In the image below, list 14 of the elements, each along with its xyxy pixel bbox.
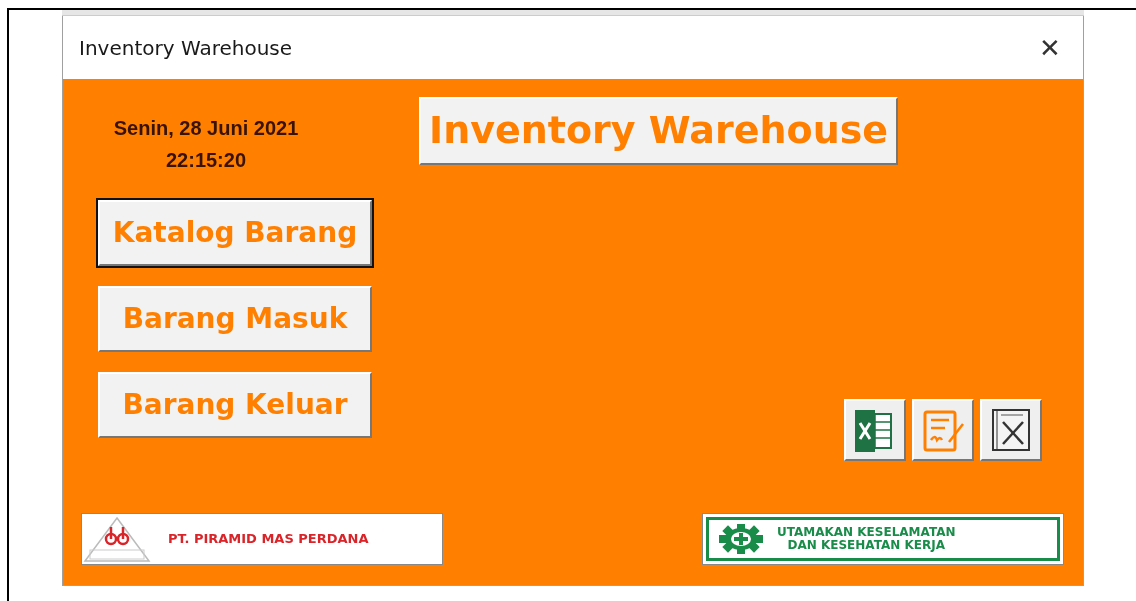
date-label: Senin, 28 Juni 2021 (112, 116, 300, 141)
menu-button[interactable]: Barang Masuk (98, 286, 372, 352)
spreadsheet-button[interactable] (844, 399, 906, 461)
close-button[interactable]: ✕ (1033, 32, 1067, 63)
menu-button[interactable]: Katalog Barang (98, 200, 372, 266)
time-label: 22:15:20 (164, 148, 248, 173)
company-name: PT. PIRAMID MAS PERDANA (168, 530, 369, 549)
safety-slogan: UTAMAKAN KESELAMATAN DAN KESEHATAN KERJA (777, 525, 956, 553)
heading-label: Inventory Warehouse (419, 97, 899, 165)
window-title: Inventory Warehouse (79, 34, 293, 62)
tools-book-button[interactable] (980, 399, 1042, 461)
menu-button[interactable]: Barang Keluar (98, 372, 372, 438)
form-edit-button[interactable] (912, 399, 974, 461)
gear-cross-icon (719, 524, 763, 554)
